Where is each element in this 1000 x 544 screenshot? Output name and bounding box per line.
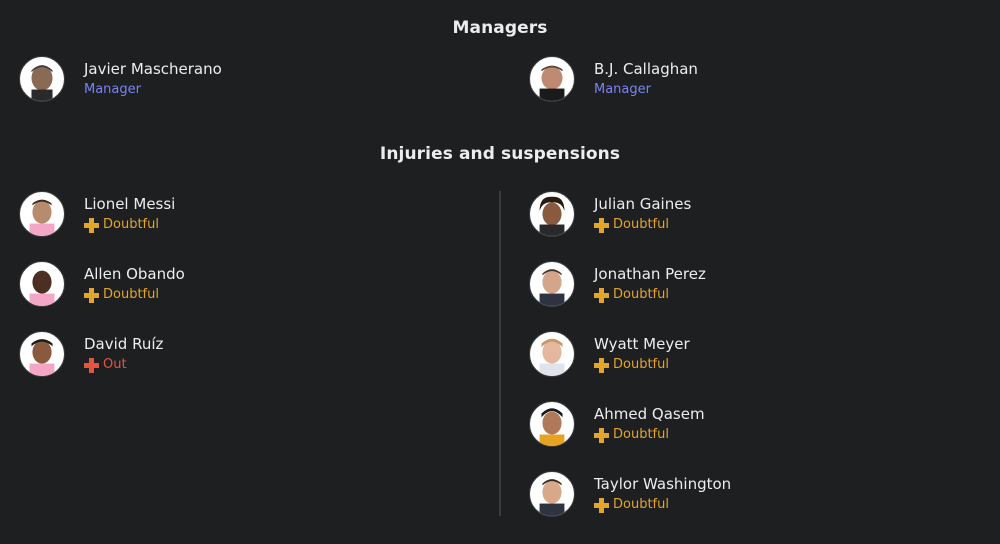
player-name: Allen Obando	[84, 265, 185, 283]
status-label: Doubtful	[613, 287, 669, 302]
player-card[interactable]: Wyatt Meyer Doubtful	[529, 330, 690, 378]
plus-cross-icon	[594, 427, 609, 443]
player-card[interactable]: Ahmed Qasem Doubtful	[529, 400, 705, 448]
avatar	[529, 331, 575, 377]
manager-card-callaghan[interactable]: B.J. Callaghan Manager	[529, 55, 698, 103]
status-doubtful: Doubtful	[84, 286, 185, 304]
avatar	[19, 56, 65, 102]
player-card[interactable]: Lionel Messi Doubtful	[19, 190, 175, 238]
avatar	[19, 261, 65, 307]
plus-cross-icon	[594, 357, 609, 373]
status-doubtful: Doubtful	[594, 286, 706, 304]
avatar	[529, 191, 575, 237]
player-name: Wyatt Meyer	[594, 335, 690, 353]
status-doubtful: Doubtful	[594, 216, 691, 234]
managers-heading: Managers	[452, 18, 548, 38]
status-label: Doubtful	[103, 217, 159, 232]
player-name: Julian Gaines	[594, 195, 692, 213]
player-card[interactable]: Taylor Washington Doubtful	[529, 470, 731, 518]
plus-cross-icon	[84, 217, 99, 233]
status-doubtful: Doubtful	[84, 216, 175, 234]
avatar	[529, 261, 575, 307]
plus-cross-icon	[84, 357, 99, 373]
avatar	[529, 401, 575, 447]
status-label: Doubtful	[613, 357, 669, 372]
status-doubtful: Doubtful	[594, 496, 731, 514]
player-name: David Ruíz	[84, 335, 164, 353]
player-name: Jonathan Perez	[594, 265, 706, 283]
status-label: Doubtful	[613, 427, 669, 442]
manager-role: Manager	[594, 82, 651, 97]
player-name: Taylor Washington	[594, 475, 732, 493]
plus-cross-icon	[594, 497, 609, 513]
avatar	[529, 56, 575, 102]
plus-cross-icon	[594, 287, 609, 303]
manager-name: Javier Mascherano	[84, 60, 222, 78]
status-label: Out	[103, 357, 127, 372]
plus-cross-icon	[84, 287, 99, 303]
column-divider	[499, 191, 501, 516]
player-card[interactable]: Julian Gaines Doubtful	[529, 190, 691, 238]
player-card[interactable]: Jonathan Perez Doubtful	[529, 260, 706, 308]
status-label: Doubtful	[613, 217, 669, 232]
status-label: Doubtful	[613, 497, 669, 512]
player-card[interactable]: Allen Obando Doubtful	[19, 260, 185, 308]
status-doubtful: Doubtful	[594, 356, 690, 374]
manager-name: B.J. Callaghan	[594, 60, 698, 78]
avatar	[529, 471, 575, 517]
avatar	[19, 331, 65, 377]
player-name: Ahmed Qasem	[594, 405, 705, 423]
avatar	[19, 191, 65, 237]
status-out: Out	[84, 356, 163, 374]
player-name: Lionel Messi	[84, 195, 176, 213]
plus-cross-icon	[594, 217, 609, 233]
status-label: Doubtful	[103, 287, 159, 302]
manager-card-mascherano[interactable]: Javier Mascherano Manager	[19, 55, 222, 103]
manager-role: Manager	[84, 82, 141, 97]
player-card[interactable]: David Ruíz Out	[19, 330, 163, 378]
injuries-heading: Injuries and suspensions	[379, 144, 621, 164]
status-doubtful: Doubtful	[594, 426, 705, 444]
